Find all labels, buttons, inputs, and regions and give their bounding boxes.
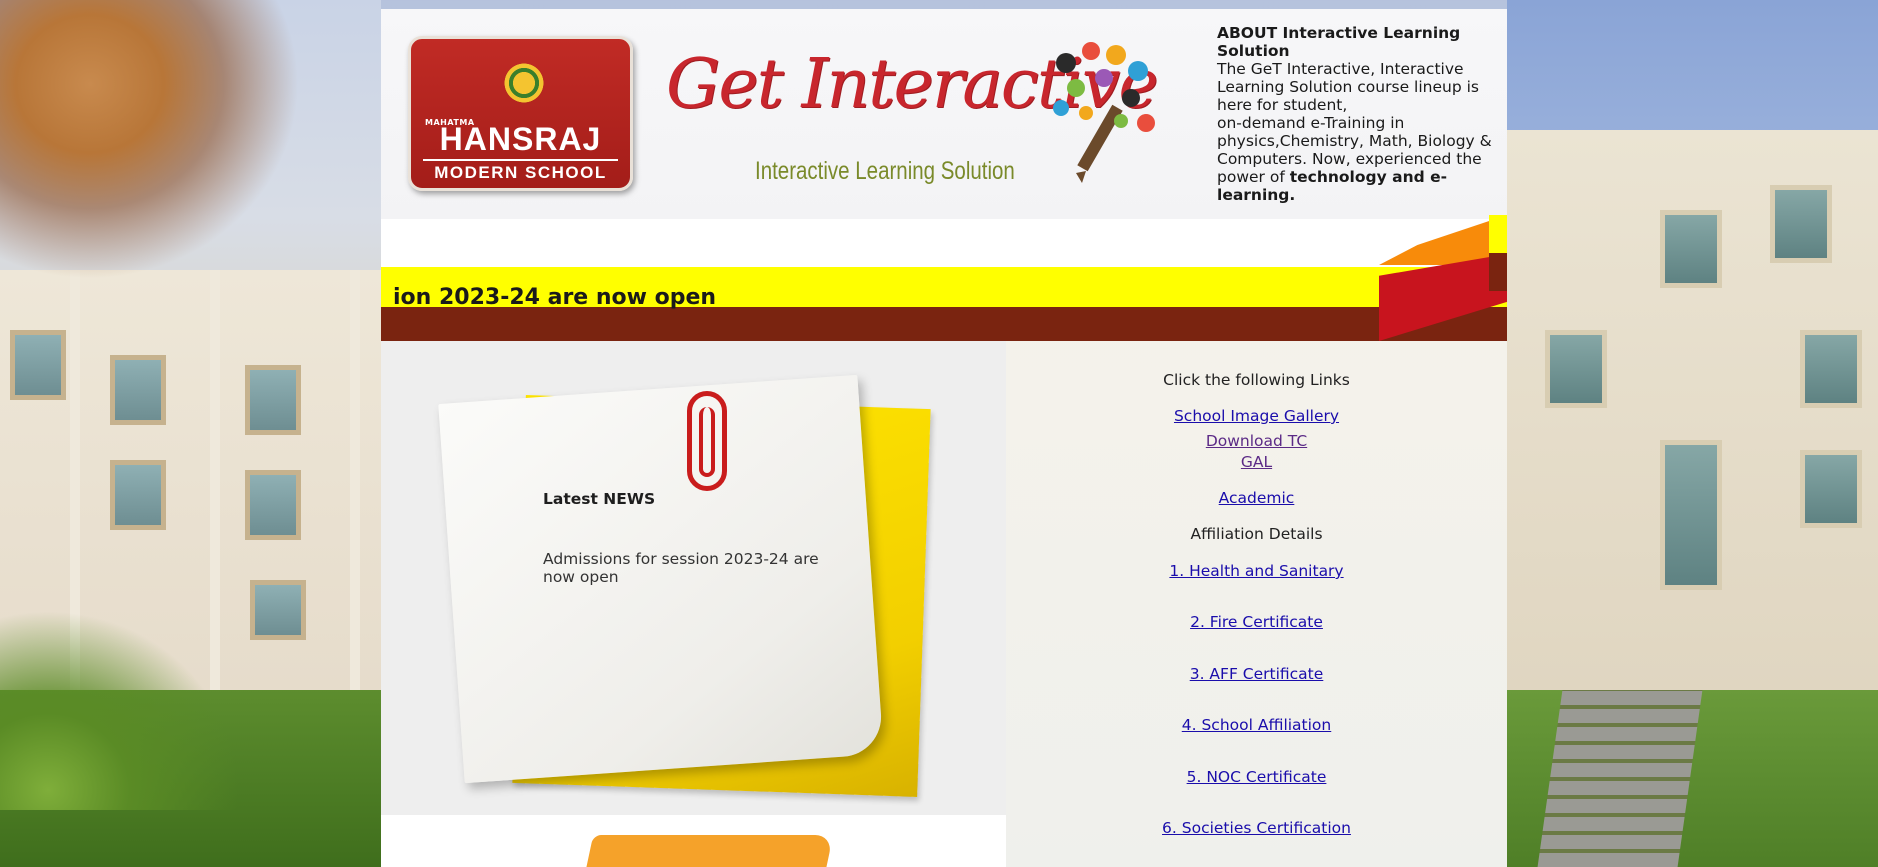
logo-name: HANSRAJ — [439, 121, 602, 157]
background-window — [1660, 210, 1722, 288]
background-window — [1660, 440, 1722, 590]
ribbon-stripe — [381, 307, 1507, 341]
background-tree — [0, 0, 300, 280]
ribbon-tab — [1489, 215, 1507, 253]
background-window — [245, 365, 301, 435]
logo-subtitle: MODERN SCHOOL — [423, 159, 618, 183]
gallery-link[interactable]: School Image Gallery — [1174, 407, 1339, 425]
about-heading: ABOUT Interactive Learning Solution — [1217, 24, 1461, 60]
gallery-link-wrap: School Image Gallery — [1006, 406, 1507, 426]
background-window — [1800, 330, 1862, 408]
gal-link[interactable]: GAL — [1241, 453, 1272, 471]
about-text-1: The GeT Interactive, Interactive Learnin… — [1217, 60, 1479, 114]
download-tc-link-wrap: Download TC — [1006, 431, 1507, 451]
affiliation-item-wrap: 1. Health and Sanitary — [1006, 561, 1507, 581]
academic-link-wrap: Academic — [1006, 488, 1507, 508]
brand-tagline: Interactive Learning Solution — [755, 157, 1015, 185]
affiliation-item-wrap: 3. AFF Certificate — [1006, 664, 1507, 684]
affiliation-link-fire[interactable]: 2. Fire Certificate — [1190, 613, 1323, 631]
background-window — [110, 355, 166, 425]
links-intro: Click the following Links — [1163, 371, 1350, 389]
affiliation-item-wrap: 4. School Affiliation — [1006, 715, 1507, 735]
affiliation-link-societies[interactable]: 6. Societies Certification — [1162, 819, 1351, 837]
ribbon-tab — [1489, 253, 1507, 291]
background-window — [110, 460, 166, 530]
affiliation-item-wrap: 5. NOC Certificate — [1006, 767, 1507, 787]
background-window — [245, 470, 301, 540]
academic-link[interactable]: Academic — [1219, 489, 1295, 507]
orange-note-shape — [584, 835, 834, 867]
affiliation-link-aff[interactable]: 3. AFF Certificate — [1190, 665, 1324, 683]
school-emblem-icon — [502, 61, 546, 105]
background-window — [10, 330, 66, 400]
affiliation-link-health[interactable]: 1. Health and Sanitary — [1169, 562, 1343, 580]
gal-link-wrap: GAL — [1006, 452, 1507, 472]
links-intro-wrap: Click the following Links — [1006, 370, 1507, 390]
school-logo[interactable]: MAHATMA HANSRAJ MODERN SCHOOL — [408, 36, 633, 191]
about-section: ABOUT Interactive Learning Solution The … — [1217, 24, 1497, 204]
affiliation-link-noc[interactable]: 5. NOC Certificate — [1187, 768, 1327, 786]
brand-title: Get Interactive — [666, 45, 1159, 124]
background-window — [1800, 450, 1862, 528]
news-item: Admissions for session 2023-24 are now o… — [543, 550, 819, 586]
background-window — [250, 580, 306, 640]
scrolling-announcement: ion 2023-24 are now open — [393, 285, 717, 310]
affiliation-heading-wrap: Affiliation Details — [1006, 524, 1507, 544]
education-tree-icon — [1053, 42, 1155, 183]
affiliation-heading: Affiliation Details — [1190, 525, 1323, 543]
affiliation-item-wrap: 6. Societies Certification — [1006, 818, 1507, 838]
affiliation-item-wrap: 2. Fire Certificate — [1006, 612, 1507, 632]
background-plant — [0, 610, 240, 810]
background-walkway — [1537, 690, 1703, 867]
news-title: Latest NEWS — [543, 490, 656, 508]
download-tc-link[interactable]: Download TC — [1206, 432, 1307, 450]
background-window — [1545, 330, 1607, 408]
main-page: MAHATMA HANSRAJ MODERN SCHOOL Get Intera… — [381, 9, 1507, 867]
affiliation-link-school[interactable]: 4. School Affiliation — [1182, 716, 1332, 734]
background-window — [1770, 185, 1832, 263]
paperclip-inner — [699, 407, 715, 477]
page-header: MAHATMA HANSRAJ MODERN SCHOOL Get Intera… — [381, 9, 1507, 219]
